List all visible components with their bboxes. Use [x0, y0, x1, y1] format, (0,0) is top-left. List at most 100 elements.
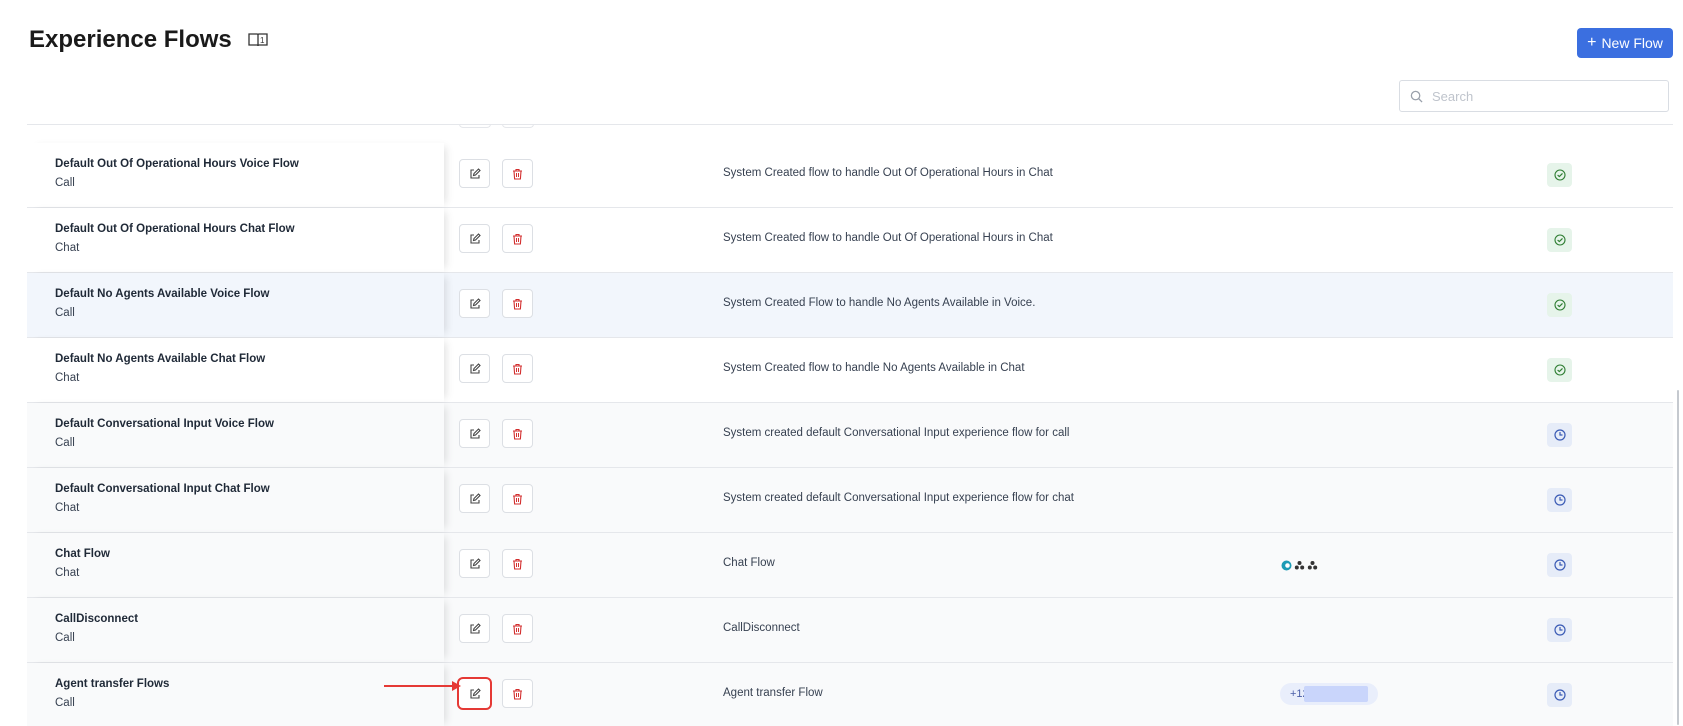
- edit-icon: [469, 622, 481, 635]
- delete-button[interactable]: [502, 125, 534, 128]
- table-row[interactable]: Chat Flow Chat Chat Flow: [27, 533, 1673, 598]
- status-badge: [1547, 618, 1572, 642]
- trash-icon: [512, 428, 523, 440]
- edit-button[interactable]: [459, 614, 490, 643]
- partial-row: [27, 125, 1673, 135]
- trash-icon: [512, 688, 523, 700]
- delete-button[interactable]: [502, 224, 533, 253]
- new-flow-button[interactable]: + New Flow: [1577, 28, 1673, 58]
- flow-type: Chat: [55, 372, 80, 384]
- flow-type: Call: [55, 177, 75, 189]
- flow-type: Chat: [55, 502, 80, 514]
- table-row[interactable]: Default Out Of Operational Hours Chat Fl…: [27, 208, 1673, 273]
- flow-name-cell: CallDisconnect Call: [27, 598, 444, 662]
- flow-name: Default Conversational Input Voice Flow: [55, 418, 274, 430]
- vertical-scrollbar[interactable]: [1677, 390, 1679, 725]
- delete-button[interactable]: [502, 159, 533, 188]
- new-flow-label: New Flow: [1601, 35, 1663, 51]
- table-row[interactable]: Default Out Of Operational Hours Voice F…: [27, 143, 1673, 208]
- table-row[interactable]: Agent transfer Flows Call Agent transfer F…: [27, 663, 1673, 726]
- flow-name: Default No Agents Available Voice Flow: [55, 288, 270, 300]
- edit-button[interactable]: [459, 289, 490, 318]
- status-badge: [1547, 683, 1572, 707]
- flow-name: Default Conversational Input Chat Flow: [55, 483, 270, 495]
- trash-icon: [512, 168, 523, 180]
- edit-icon: [469, 362, 481, 375]
- edit-button[interactable]: [459, 354, 490, 383]
- table-row[interactable]: CallDisconnect Call CallDisconnect: [27, 598, 1673, 663]
- trash-icon: [512, 493, 523, 505]
- flow-name-cell: Default No Agents Available Chat Flow Cha…: [27, 338, 444, 402]
- flow-name: Chat Flow: [55, 548, 110, 560]
- annotation-arrow-icon: [384, 681, 461, 691]
- flow-name-cell: Chat Flow Chat: [27, 533, 444, 597]
- flow-description: System created default Conversational In…: [723, 427, 1070, 439]
- edit-icon: [469, 492, 481, 505]
- check-circle-icon: [1553, 234, 1566, 246]
- flow-name-cell: Default Out Of Operational Hours Chat Fl…: [27, 208, 444, 272]
- edit-button[interactable]: [459, 224, 490, 253]
- flow-description: System created default Conversational In…: [723, 492, 1074, 504]
- edit-icon: [469, 687, 481, 700]
- delete-button[interactable]: [502, 549, 533, 578]
- check-circle-icon: [1553, 364, 1566, 376]
- flow-name: Default No Agents Available Chat Flow: [55, 353, 266, 365]
- search-box[interactable]: [1399, 80, 1669, 112]
- trash-icon: [512, 298, 523, 310]
- clock-icon: [1553, 559, 1566, 571]
- status-badge: [1547, 228, 1572, 252]
- status-badge: [1547, 163, 1572, 187]
- edit-button[interactable]: [459, 419, 490, 448]
- clock-icon: [1553, 689, 1566, 701]
- status-badge: [1547, 423, 1572, 447]
- edit-button[interactable]: [459, 125, 491, 128]
- trash-icon: [512, 558, 523, 570]
- edit-icon: [469, 232, 481, 245]
- check-circle-icon: [1553, 169, 1566, 181]
- flow-description: System Created flow to handle No Agents …: [723, 362, 1025, 374]
- edit-button[interactable]: [459, 159, 490, 188]
- flow-name: Agent transfer Flows: [55, 678, 170, 690]
- delete-button[interactable]: [502, 484, 533, 513]
- flows-table: Default Out Of Operational Hours Voice F…: [27, 124, 1673, 726]
- flow-name-cell: Agent transfer Flows Call: [27, 663, 444, 726]
- book-icon[interactable]: 1: [247, 31, 269, 49]
- table-row[interactable]: Default Conversational Input Voice Flow C…: [27, 403, 1673, 468]
- flow-type: Call: [55, 632, 75, 644]
- delete-button[interactable]: [502, 419, 533, 448]
- redaction-mask: [1304, 686, 1368, 702]
- flow-type: Chat: [55, 567, 80, 579]
- clock-icon: [1553, 624, 1566, 636]
- table-rows: Default Out Of Operational Hours Voice F…: [27, 143, 1673, 726]
- delete-button[interactable]: [502, 679, 533, 708]
- edit-icon: [469, 167, 481, 180]
- flow-type: Call: [55, 437, 75, 449]
- delete-button[interactable]: [502, 354, 533, 383]
- status-badge: [1547, 553, 1572, 577]
- plus-icon: +: [1587, 34, 1597, 51]
- flow-name: CallDisconnect: [55, 613, 139, 625]
- flow-name-cell: Default Conversational Input Voice Flow C…: [27, 403, 444, 467]
- check-circle-icon: [1553, 299, 1566, 311]
- table-row[interactable]: Default No Agents Available Voice Flow Ca…: [27, 273, 1673, 338]
- trash-icon: [512, 363, 523, 375]
- flow-name-cell: Default Conversational Input Chat Flow Ch…: [27, 468, 444, 532]
- edit-button[interactable]: [457, 677, 492, 710]
- status-badge: [1547, 488, 1572, 512]
- table-row[interactable]: Default No Agents Available Chat Flow Cha…: [27, 338, 1673, 403]
- table-row[interactable]: Default Conversational Input Chat Flow Ch…: [27, 468, 1673, 533]
- search-input[interactable]: [1430, 87, 1668, 105]
- flow-type: Call: [55, 697, 75, 709]
- flow-name-cell: Default Out Of Operational Hours Voice F…: [27, 143, 444, 207]
- flow-description: Chat Flow: [723, 557, 775, 569]
- edit-button[interactable]: [459, 549, 490, 578]
- channel-icons: [1281, 558, 1318, 571]
- page-title: Experience Flows: [29, 26, 232, 53]
- flow-description: System Created flow to handle Out Of Ope…: [723, 167, 1053, 179]
- edit-button[interactable]: [459, 484, 490, 513]
- flow-type: Call: [55, 307, 75, 319]
- status-badge: [1547, 358, 1572, 382]
- delete-button[interactable]: [502, 289, 533, 318]
- page-header: Experience Flows 1: [29, 26, 269, 54]
- delete-button[interactable]: [502, 614, 533, 643]
